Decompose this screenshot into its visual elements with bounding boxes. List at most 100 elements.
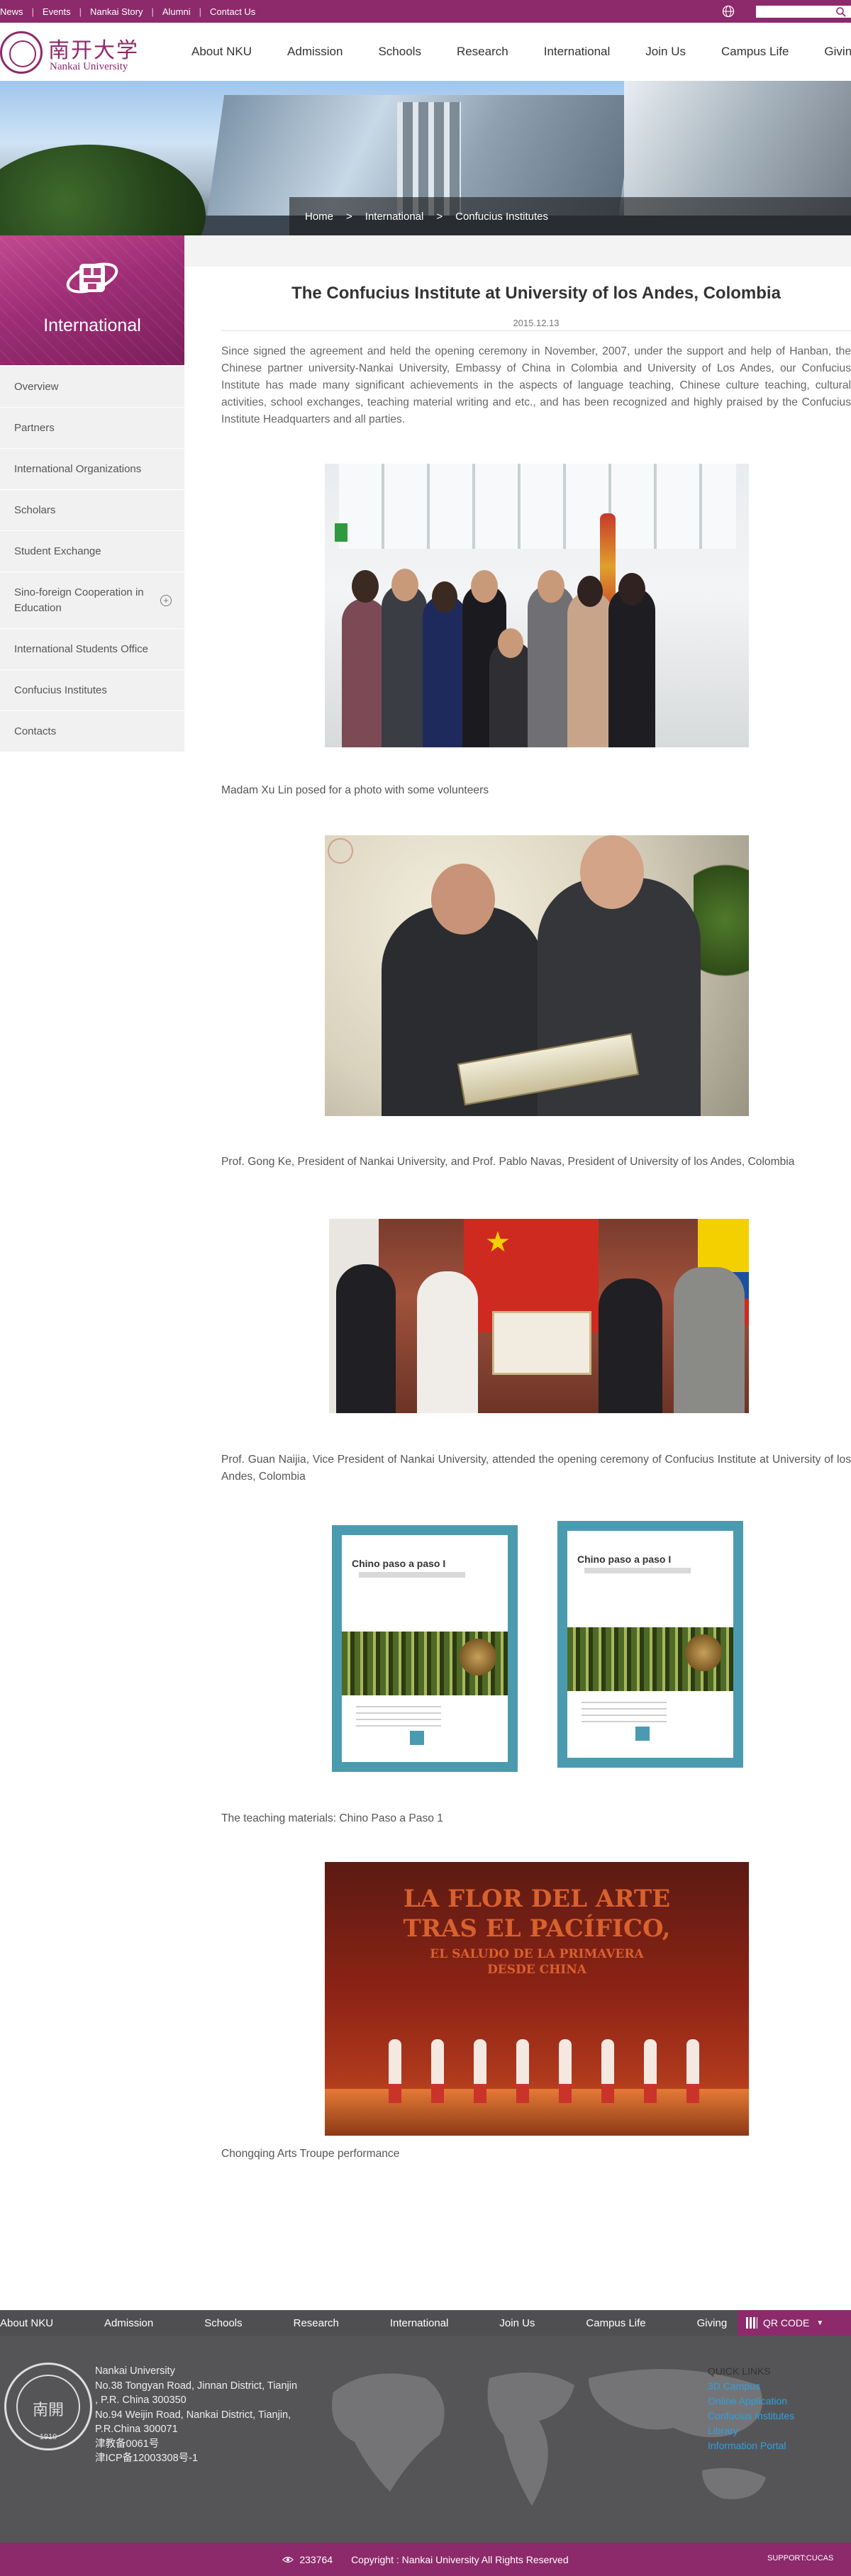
sidebar-item-contacts[interactable]: Contacts <box>0 711 184 752</box>
sidebar-item-partners[interactable]: Partners <box>0 408 184 449</box>
sidebar-item-label: Student Exchange <box>14 545 101 557</box>
university-logo[interactable]: 南开大学 Nankai University <box>0 30 156 75</box>
quick-link-library[interactable]: Library <box>708 2424 794 2438</box>
quick-link-online-application[interactable]: Online Application <box>708 2394 794 2409</box>
person-head <box>580 835 644 909</box>
poster-line: TRAS EL PACÍFICO, <box>403 1914 671 1943</box>
sidebar-item-scholars[interactable]: Scholars <box>0 490 184 531</box>
utility-link-news[interactable]: News <box>0 6 32 17</box>
footer-nav-schools[interactable]: Schools <box>204 2317 242 2329</box>
nav-schools[interactable]: Schools <box>378 45 421 59</box>
plaque <box>492 1311 591 1375</box>
sidebar-item-international-students-office[interactable]: International Students Office <box>0 629 184 670</box>
footer-nav-research[interactable]: Research <box>294 2317 339 2329</box>
quick-link-3d-campus[interactable]: 3D Campus <box>708 2379 794 2394</box>
globe-icon[interactable] <box>722 5 735 18</box>
qr-code-icon <box>746 2317 757 2329</box>
qr-code-label: QR CODE <box>763 2317 810 2329</box>
footer-nav-about-nku[interactable]: About NKU <box>0 2317 53 2329</box>
divider <box>221 330 851 331</box>
breadcrumb-international[interactable]: International <box>365 211 424 223</box>
nav-research[interactable]: Research <box>457 45 508 59</box>
person <box>674 1267 745 1413</box>
content-top-band <box>184 235 851 267</box>
nav-join-us[interactable]: Join Us <box>645 45 686 59</box>
person <box>382 584 427 747</box>
dancer <box>431 2039 444 2103</box>
person <box>608 587 655 747</box>
site-header: 南开大学 Nankai University About NKU Admissi… <box>0 23 851 81</box>
footer-nav-international[interactable]: International <box>390 2317 449 2329</box>
sidebar-item-label: Scholars <box>14 504 56 516</box>
address-line: 津教备0061号 <box>95 2438 160 2450</box>
medal-emblem <box>460 1639 496 1675</box>
textbook-title: Chino paso a paso I <box>577 1554 672 1565</box>
sidebar-item-student-exchange[interactable]: Student Exchange <box>0 531 184 572</box>
footer-university-seal-icon: 南開 1919 <box>4 2363 92 2450</box>
footer-nav-giving[interactable]: Giving <box>697 2317 728 2329</box>
textbook-title: Chino paso a paso I <box>352 1558 446 1569</box>
footer-nav-admission[interactable]: Admission <box>104 2317 153 2329</box>
search-icon[interactable] <box>835 6 847 18</box>
main-nav: About NKU Admission Schools Research Int… <box>191 23 851 81</box>
person <box>567 591 613 747</box>
poster-line: EL SALUDO DE LA PRIMAVERA <box>430 1947 644 1961</box>
dancer <box>601 2039 614 2103</box>
textbook-cover: Chino paso a paso I <box>557 1521 743 1768</box>
exit-sign <box>335 523 347 542</box>
sidebar-item-overview[interactable]: Overview <box>0 367 184 408</box>
expand-plus-icon[interactable]: + <box>160 594 172 606</box>
top-utility-bar: News | Events | Nankai Story | Alumni | Cont… <box>0 0 851 23</box>
sidebar-item-label: Partners <box>14 422 55 434</box>
sidebar-item-label: Contacts <box>14 725 57 737</box>
breadcrumb-confucius-institutes[interactable]: Confucius Institutes <box>455 211 548 223</box>
logo-english-name: Nankai University <box>50 61 128 72</box>
nav-about-nku[interactable]: About NKU <box>191 45 252 59</box>
textbook-subtitle <box>584 1568 691 1573</box>
international-emblem-icon <box>66 262 118 294</box>
person-head <box>577 576 603 607</box>
nav-giving[interactable]: Giving <box>824 45 851 59</box>
sidebar-item-international-organizations[interactable]: International Organizations <box>0 449 184 490</box>
nav-international[interactable]: International <box>544 45 611 59</box>
utility-link-nankai-story[interactable]: Nankai Story <box>82 6 151 17</box>
breadcrumb-home[interactable]: Home <box>305 211 333 223</box>
photo-arts-troupe: LA FLOR DEL ARTE TRAS EL PACÍFICO, EL SA… <box>325 1862 749 2136</box>
support-credit: SUPPORT:CUCAS <box>767 2554 834 2563</box>
visit-counter: 233764 <box>299 2553 333 2565</box>
plant <box>694 849 749 991</box>
address-line: P.R.China 300071 <box>95 2424 178 2435</box>
person <box>599 1278 662 1413</box>
author-lines <box>356 1706 441 1727</box>
nav-campus-life[interactable]: Campus Life <box>721 45 789 59</box>
poster-line: DESDE CHINA <box>487 1963 586 1977</box>
nav-admission[interactable]: Admission <box>287 45 343 59</box>
utility-link-events[interactable]: Events <box>34 6 79 17</box>
dancer <box>686 2039 699 2103</box>
article-date: 2015.12.13 <box>513 318 560 328</box>
copyright-center: 233764 Copyright : Nankai University All… <box>0 2543 851 2576</box>
watermark-seal <box>328 838 353 864</box>
publisher-logo <box>410 1731 424 1745</box>
person-head <box>352 570 379 603</box>
quick-link-confucius-institutes[interactable]: Confucius Institutes <box>708 2409 794 2424</box>
logo-chinese-name: 南开大学 <box>48 38 139 63</box>
quick-link-information-portal[interactable]: Information Portal <box>708 2438 794 2453</box>
person <box>336 1264 396 1413</box>
sidebar-item-label: Confucius Institutes <box>14 684 107 696</box>
article-intro: Since signed the agreement and held the … <box>221 345 851 425</box>
sidebar-item-sino-foreign-cooperation[interactable]: Sino-foreign Cooperation in Education + <box>0 572 184 629</box>
utility-link-alumni[interactable]: Alumni <box>154 6 199 17</box>
utility-link-contact-us[interactable]: Contact Us <box>201 6 264 17</box>
article-title: The Confucius Institute at University of… <box>291 284 781 303</box>
photo-caption: Chongqing Arts Troupe performance <box>221 2148 400 2160</box>
footer-nav-campus-life[interactable]: Campus Life <box>586 2317 645 2329</box>
footer-nav-join-us[interactable]: Join Us <box>499 2317 535 2329</box>
utility-links: News | Events | Nankai Story | Alumni | Cont… <box>0 0 264 23</box>
seal-year: 1919 <box>39 2433 57 2441</box>
sidebar-item-confucius-institutes[interactable]: Confucius Institutes <box>0 670 184 711</box>
poster-line: LA FLOR DEL ARTE <box>403 1885 671 1913</box>
author-lines <box>582 1702 667 1723</box>
qr-code-dropdown[interactable]: QR CODE ▼ <box>738 2310 851 2336</box>
person-head <box>391 569 418 601</box>
